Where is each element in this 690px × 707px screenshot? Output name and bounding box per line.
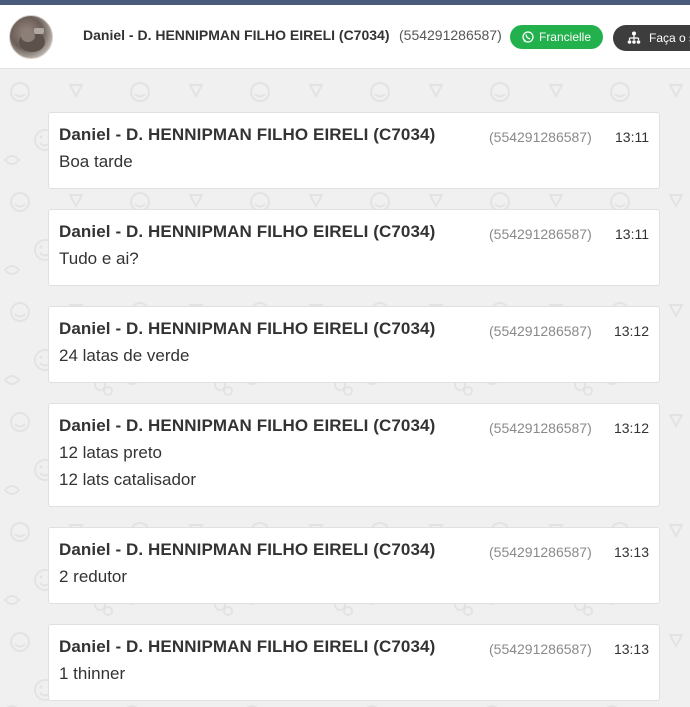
message-time: 13:12 [613, 420, 649, 436]
message-time: 13:11 [615, 226, 649, 242]
message-time: 13:11 [615, 129, 649, 145]
message-sender-phone: (554291286587) [489, 226, 592, 242]
message-time: 13:12 [613, 323, 649, 339]
message-sender-phone: (554291286587) [489, 323, 592, 339]
agent-badge-label: Francielle [538, 30, 592, 44]
agent-badge[interactable]: Francielle [510, 25, 603, 49]
message-text: Tudo e ai? [59, 249, 139, 268]
message-bubble[interactable]: Daniel - D. HENNIPMAN FILHO EIRELI (C703… [48, 403, 660, 507]
message-bubble[interactable]: Daniel - D. HENNIPMAN FILHO EIRELI (C703… [48, 624, 660, 701]
message-text: Boa tarde [59, 152, 133, 171]
message-time: 13:13 [613, 641, 649, 657]
message-bubble[interactable]: Daniel - D. HENNIPMAN FILHO EIRELI (C703… [48, 112, 660, 189]
message-sender-phone: (554291286587) [489, 641, 592, 657]
contact-name: Daniel - D. HENNIPMAN FILHO EIRELI (C703… [83, 27, 390, 43]
message-bubble[interactable]: Daniel - D. HENNIPMAN FILHO EIRELI (C703… [48, 527, 660, 604]
message-bubble[interactable]: Daniel - D. HENNIPMAN FILHO EIRELI (C703… [48, 306, 660, 383]
message-text: 2 redutor [59, 567, 128, 586]
contact-phone: (554291286587) [399, 27, 502, 43]
message-text: 1 thinner [59, 664, 126, 683]
action-button[interactable]: Faça o s [613, 25, 690, 51]
sitemap-icon [627, 31, 641, 44]
contact-avatar[interactable] [9, 15, 53, 59]
chat-header: Daniel - D. HENNIPMAN FILHO EIRELI (C703… [0, 5, 690, 69]
chat-area[interactable]: Daniel - D. HENNIPMAN FILHO EIRELI (C703… [0, 70, 690, 707]
whatsapp-icon [522, 31, 534, 43]
message-sender-phone: (554291286587) [489, 544, 592, 560]
message-sender-phone: (554291286587) [489, 129, 592, 145]
message-text: 12 lats catalisador [59, 470, 197, 489]
message-bubble[interactable]: Daniel - D. HENNIPMAN FILHO EIRELI (C703… [48, 209, 660, 286]
message-text: 24 latas de verde [59, 346, 190, 365]
message-time: 13:13 [613, 544, 649, 560]
message-text: 12 latas preto [59, 443, 163, 462]
message-sender-phone: (554291286587) [489, 420, 592, 436]
action-button-label: Faça o s [649, 31, 690, 45]
